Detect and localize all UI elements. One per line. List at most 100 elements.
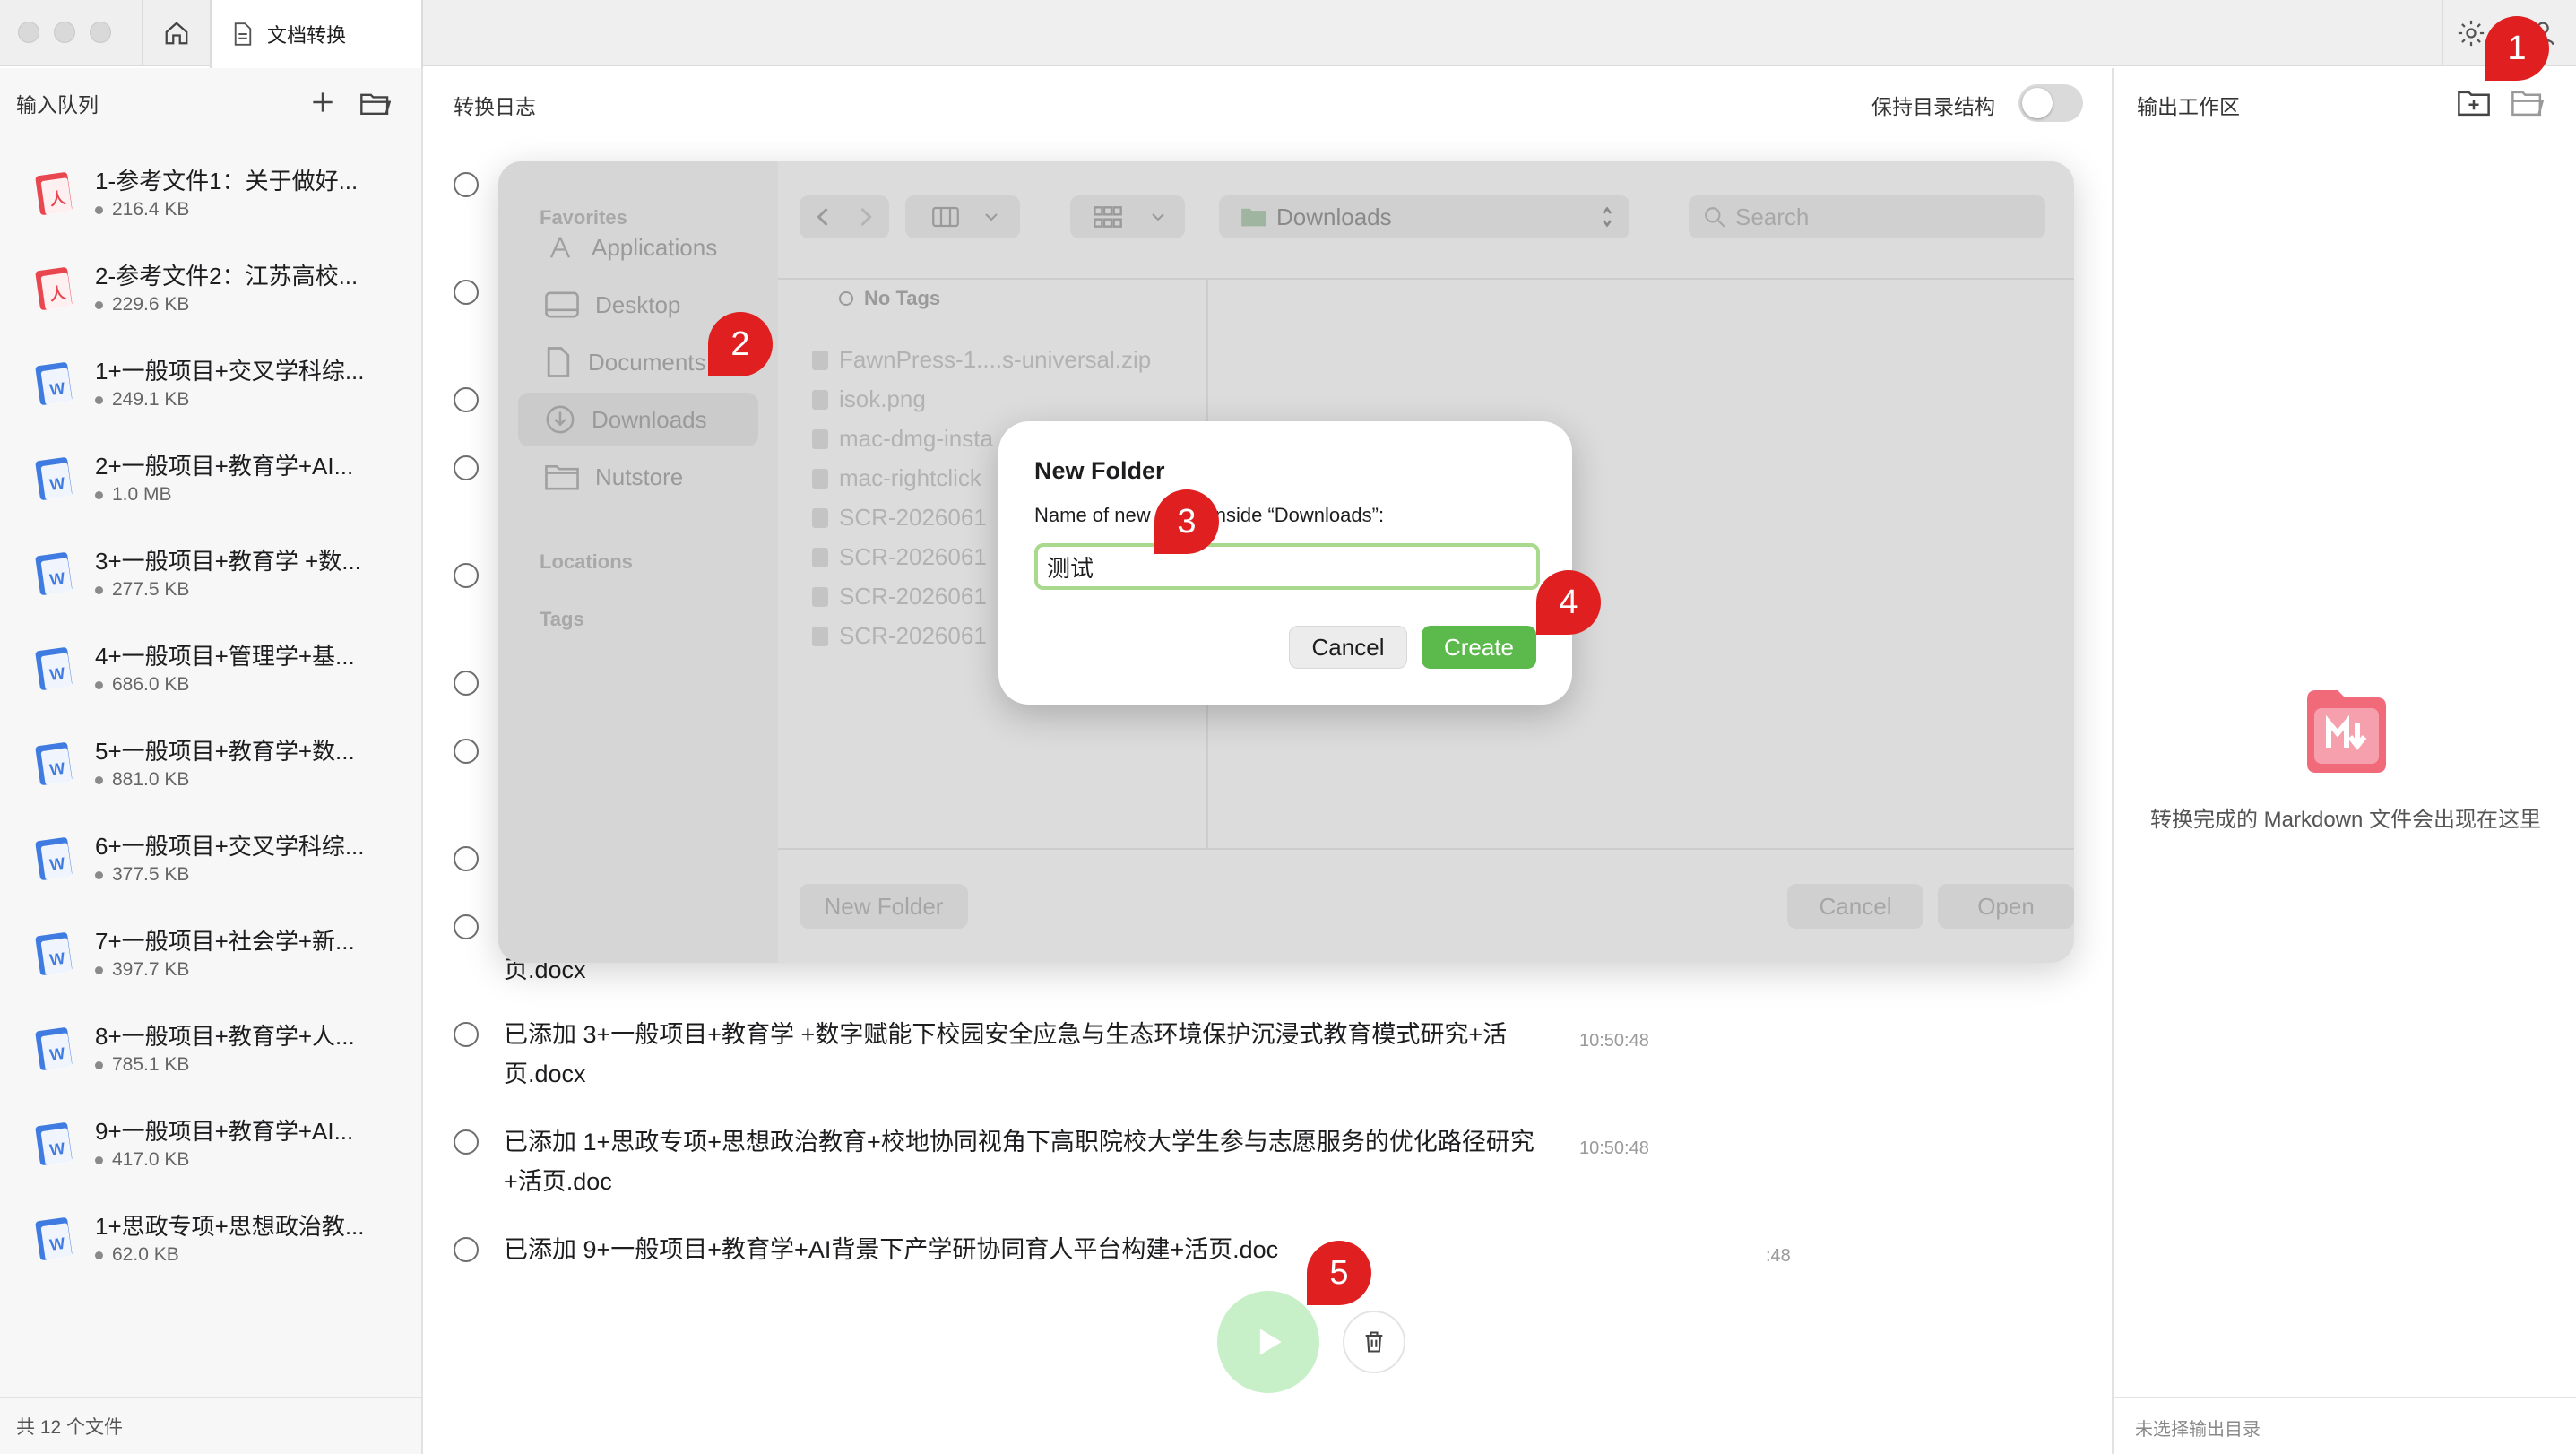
sidebar-item-nutstore[interactable]: Nutstore <box>518 450 758 504</box>
input-file-item[interactable]: W 1+思政专项+思想政治教... 62.0 KB <box>0 1199 421 1294</box>
clear-log-button[interactable] <box>1343 1311 1405 1373</box>
dialog-create-button[interactable]: Create <box>1422 626 1536 669</box>
svg-text:W: W <box>48 379 66 399</box>
new-folder-button[interactable]: New Folder <box>800 884 968 929</box>
status-dot <box>95 1251 103 1259</box>
input-file-item[interactable]: W 2+一般项目+教育学+AI... 1.0 MB <box>0 439 421 534</box>
log-entry-radio[interactable] <box>454 280 479 305</box>
new-folder-icon[interactable] <box>2458 88 2490 117</box>
log-entry-radio[interactable] <box>454 1022 479 1047</box>
search-input[interactable]: Search <box>1689 195 2045 238</box>
input-file-size-value: 216.4 KB <box>112 199 190 220</box>
close-window-button[interactable] <box>18 22 39 43</box>
log-entry-text: 已添加 1+思政专项+思想政治教育+校地协同视角下高职院校大学生参与志愿服务的优… <box>504 1122 1534 1201</box>
input-file-size-value: 377.5 KB <box>112 864 190 885</box>
browser-file-item[interactable]: mac-dmg-insta <box>812 425 993 453</box>
back-forward-buttons[interactable] <box>800 195 889 238</box>
output-workspace-panel: 输出工作区 转换完成的 Markdown 文件会出现在这里 未选择输出目录 <box>2112 68 2576 1454</box>
input-file-size-value: 417.0 KB <box>112 1149 190 1170</box>
svg-text:W: W <box>48 569 66 589</box>
folder-name-input[interactable] <box>1034 543 1540 590</box>
image-file-icon <box>812 428 828 449</box>
sheet-cancel-button[interactable]: Cancel <box>1787 884 1923 929</box>
log-entry-radio[interactable] <box>454 563 479 588</box>
documents-icon <box>547 347 570 377</box>
input-file-item[interactable]: W 5+一般项目+教育学+数... 881.0 KB <box>0 724 421 819</box>
input-file-item[interactable]: W 1+一般项目+交叉学科综... 249.1 KB <box>0 344 421 439</box>
input-file-item[interactable]: W 4+一般项目+管理学+基... 686.0 KB <box>0 629 421 724</box>
input-file-size: 417.0 KB <box>95 1149 189 1171</box>
input-file-size-value: 229.6 KB <box>112 294 190 315</box>
keep-structure-toggle[interactable] <box>2018 84 2083 122</box>
search-placeholder: Search <box>1735 203 1810 230</box>
input-file-size-value: 249.1 KB <box>112 389 190 410</box>
log-entry-radio[interactable] <box>454 739 479 764</box>
input-file-item[interactable]: 人 1-参考文件1：关于做好... 216.4 KB <box>0 154 421 249</box>
input-file-size-value: 1.0 MB <box>112 484 172 505</box>
path-label: Downloads <box>1276 203 1392 230</box>
path-popup[interactable]: Downloads <box>1219 195 1629 238</box>
locations-heading: Locations <box>540 550 633 573</box>
input-file-size: 686.0 KB <box>95 674 189 696</box>
open-folder-icon[interactable] <box>360 90 391 117</box>
log-entry-radio[interactable] <box>454 846 479 871</box>
no-tags-filter[interactable]: No Tags <box>837 287 940 310</box>
input-file-item[interactable]: W 7+一般项目+社会学+新... 397.7 KB <box>0 914 421 1009</box>
browser-file-item[interactable]: FawnPress-1....s-universal.zip <box>812 346 1151 374</box>
input-file-item[interactable]: W 9+一般项目+教育学+AI... 417.0 KB <box>0 1104 421 1199</box>
log-entry-radio[interactable] <box>454 914 479 939</box>
dialog-title: New Folder <box>1034 457 1165 484</box>
tags-heading: Tags <box>540 608 584 630</box>
log-entry-text: 已添加 3+一般项目+教育学 +数字赋能下校园安全应急与生态环境保护沉浸式教育模… <box>504 1015 1507 1094</box>
open-output-folder-icon[interactable] <box>2511 88 2544 117</box>
home-tab[interactable] <box>142 0 210 66</box>
sheet-open-button[interactable]: Open <box>1938 884 2074 929</box>
input-file-item[interactable]: 人 2-参考文件2：江苏高校... 229.6 KB <box>0 249 421 344</box>
word-file-icon: W <box>35 932 73 975</box>
browser-file-item[interactable]: SCR-2026061 <box>812 504 987 532</box>
gear-icon[interactable] <box>2456 18 2486 48</box>
search-icon <box>1705 207 1725 228</box>
input-file-item[interactable]: W 3+一般项目+教育学 +数... 277.5 KB <box>0 534 421 629</box>
start-conversion-button[interactable] <box>1217 1291 1319 1393</box>
status-dot <box>95 1155 103 1164</box>
group-by-button[interactable] <box>1070 195 1185 238</box>
input-file-size: 785.1 KB <box>95 1054 189 1076</box>
input-file-item[interactable]: W 6+一般项目+交叉学科综... 377.5 KB <box>0 819 421 914</box>
view-mode-button[interactable] <box>905 195 1020 238</box>
minimize-window-button[interactable] <box>54 22 75 43</box>
log-entry-radio[interactable] <box>454 387 479 412</box>
columns-view-icon <box>932 206 959 228</box>
tab-document-convert[interactable]: 文档转换 <box>210 0 423 68</box>
log-entry-radio[interactable] <box>454 1129 479 1155</box>
chevron-down-icon <box>985 213 998 221</box>
sidebar-item-label: Desktop <box>595 290 681 318</box>
word-file-icon: W <box>35 457 73 500</box>
browser-file-item[interactable]: isok.png <box>812 385 926 413</box>
output-dir-status: 未选择输出目录 <box>2135 1420 2260 1440</box>
log-entry-radio[interactable] <box>454 671 479 696</box>
add-file-icon[interactable] <box>308 88 337 117</box>
log-title: 转换日志 <box>454 95 536 118</box>
browser-file-name: mac-rightclick <box>839 464 981 491</box>
zoom-window-button[interactable] <box>90 22 111 43</box>
input-file-name: 3+一般项目+教育学 +数... <box>95 548 361 575</box>
browser-file-item[interactable]: SCR-2026061 <box>812 622 987 650</box>
log-entry-radio[interactable] <box>454 1237 479 1262</box>
chevron-down-icon <box>1152 213 1164 221</box>
log-entry-radio[interactable] <box>454 172 479 197</box>
log-entry-radio[interactable] <box>454 455 479 480</box>
browser-file-item[interactable]: SCR-2026061 <box>812 583 987 610</box>
sheet-footer: New Folder Cancel Open <box>778 848 2074 963</box>
sidebar-item-applications[interactable]: Applications <box>518 221 758 274</box>
input-file-item[interactable]: W 8+一般项目+教育学+人... 785.1 KB <box>0 1009 421 1104</box>
browser-file-item[interactable]: SCR-2026061 <box>812 543 987 571</box>
pdf-file-icon: 人 <box>35 267 73 310</box>
image-file-icon <box>812 507 828 528</box>
input-file-name: 2+一般项目+教育学+AI... <box>95 453 354 480</box>
output-title: 输出工作区 <box>2137 95 2240 118</box>
step-marker-5: 5 <box>1307 1241 1375 1309</box>
browser-file-item[interactable]: mac-rightclick <box>812 464 981 492</box>
dialog-cancel-button[interactable]: Cancel <box>1289 626 1407 669</box>
sidebar-item-downloads[interactable]: Downloads <box>518 393 758 446</box>
